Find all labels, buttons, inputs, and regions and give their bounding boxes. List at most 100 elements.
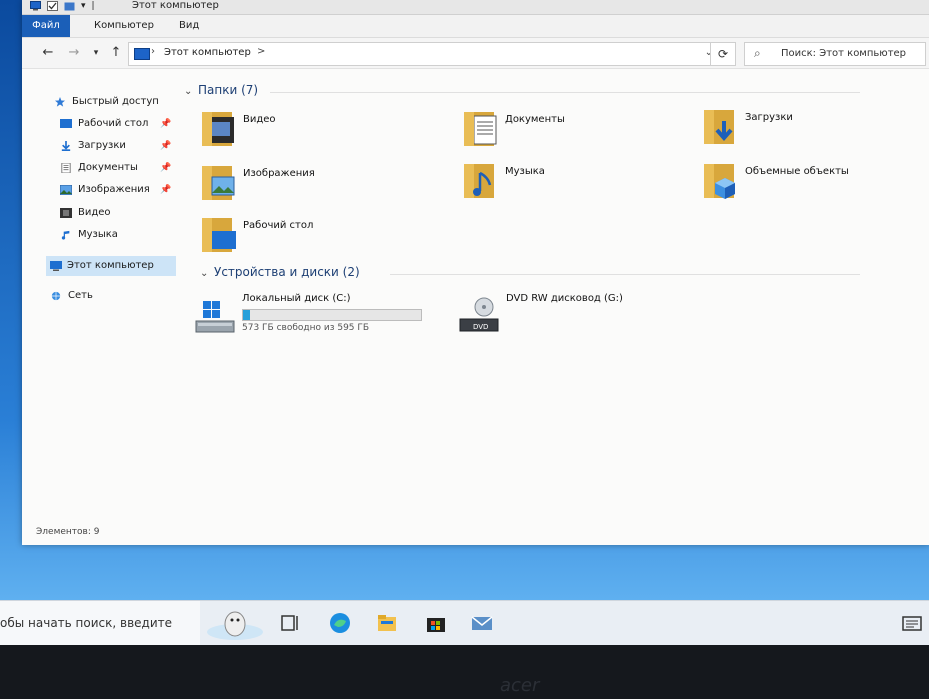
folder-desktop[interactable]: Рабочий стол <box>200 215 420 261</box>
folder-downloads[interactable]: Загрузки <box>702 107 922 153</box>
pin-icon[interactable]: 📌 <box>160 180 171 200</box>
folder-documents[interactable]: Документы <box>462 109 682 155</box>
tab-file[interactable]: Файл <box>22 15 70 37</box>
drive-g[interactable]: DVD DVD RW дисковод (G:) <box>458 293 678 343</box>
folder-label: Изображения <box>243 168 315 179</box>
sidebar-item-desktop[interactable]: Рабочий стол 📌 <box>60 114 180 134</box>
breadcrumb-this-pc[interactable]: Этот компьютер <box>164 47 251 58</box>
navigation-pane: Быстрый доступ Рабочий стол 📌 Загрузки 📌… <box>22 69 180 509</box>
file-explorer-icon[interactable] <box>375 611 399 635</box>
dvd-badge: DVD <box>473 323 489 331</box>
notification-icon[interactable] <box>900 611 924 635</box>
taskbar-search-box[interactable]: обы начать поиск, введите <box>0 601 200 646</box>
recent-locations-chevron-icon[interactable]: ▾ <box>88 45 104 61</box>
group-divider <box>390 274 860 275</box>
sidebar-item-label: Изображения <box>78 184 150 195</box>
store-icon[interactable] <box>424 611 448 635</box>
task-view-icon[interactable] <box>279 611 303 635</box>
file-explorer-window: ▾ | Этот компьютер Файл Компьютер Вид ← … <box>22 0 929 545</box>
folders-group-header[interactable]: ⌄ Папки (7) <box>184 83 258 97</box>
tab-view[interactable]: Вид <box>169 15 209 37</box>
folder-video[interactable]: Видео <box>200 109 420 155</box>
computer-icon <box>134 48 150 60</box>
hard-drive-icon <box>195 301 235 333</box>
collapse-chevron-icon[interactable]: ⌄ <box>200 268 214 279</box>
sidebar-item-documents[interactable]: Документы 📌 <box>60 158 180 178</box>
devices-group-header[interactable]: ⌄ Устройства и диски (2) <box>200 265 360 279</box>
pictures-icon <box>60 185 72 195</box>
search-placeholder: Поиск: Этот компьютер <box>781 48 907 59</box>
downloads-folder-icon <box>704 110 734 144</box>
breadcrumb-separator[interactable]: > <box>257 46 265 57</box>
folder-pictures[interactable]: Изображения <box>200 163 420 209</box>
folder-label: Музыка <box>505 166 545 177</box>
sidebar-item-label: Этот компьютер <box>67 260 154 271</box>
pin-icon[interactable]: 📌 <box>160 158 171 178</box>
sidebar-item-network[interactable]: Сеть <box>50 286 176 306</box>
computer-icon <box>50 261 62 271</box>
drive-free-space: 573 ГБ свободно из 595 ГБ <box>242 323 370 333</box>
search-icon: ⌕ <box>754 46 761 60</box>
folder-music[interactable]: Музыка <box>462 161 682 207</box>
tab-computer[interactable]: Компьютер <box>84 15 164 37</box>
video-folder-icon <box>202 112 234 146</box>
drive-label: DVD RW дисковод (G:) <box>506 293 623 304</box>
search-highlight-icon[interactable] <box>205 606 265 642</box>
breadcrumb-chevron-icon[interactable]: › <box>151 46 155 57</box>
collapse-chevron-icon[interactable]: ⌄ <box>184 86 198 97</box>
title-bar: ▾ | Этот компьютер <box>22 0 929 15</box>
3d-objects-folder-icon <box>704 164 735 199</box>
customize-quick-access-icon[interactable]: ▾ <box>81 1 86 11</box>
folders-group-title: Папки (7) <box>198 83 259 97</box>
address-bar[interactable]: › Этот компьютер > ⌄ <box>128 42 720 66</box>
drive-c[interactable]: Локальный диск (C:) 573 ГБ свободно из 5… <box>194 293 434 343</box>
sidebar-item-label: Быстрый доступ <box>72 96 159 107</box>
title-separator: | <box>91 1 95 11</box>
mail-icon[interactable] <box>470 611 494 635</box>
sidebar-item-pictures[interactable]: Изображения 📌 <box>60 180 180 200</box>
new-folder-icon[interactable] <box>64 1 75 11</box>
forward-arrow-icon[interactable]: → <box>66 45 82 61</box>
back-arrow-icon[interactable]: ← <box>40 45 56 61</box>
music-folder-icon <box>464 164 494 198</box>
up-arrow-icon[interactable]: ↑ <box>108 45 124 61</box>
pin-icon[interactable]: 📌 <box>160 114 171 134</box>
search-input[interactable]: ⌕ Поиск: Этот компьютер <box>744 42 926 66</box>
edge-icon[interactable] <box>328 611 352 635</box>
sidebar-item-label: Рабочий стол <box>78 118 149 129</box>
sidebar-item-music[interactable]: Музыка <box>60 225 180 245</box>
group-divider <box>270 92 860 93</box>
document-icon <box>61 163 71 173</box>
sidebar-item-video[interactable]: Видео <box>60 203 180 223</box>
folder-label: Загрузки <box>745 112 793 123</box>
refresh-icon[interactable]: ⟳ <box>710 42 736 66</box>
pictures-folder-icon <box>202 166 235 200</box>
folder-label: Рабочий стол <box>243 220 314 231</box>
folder-label: Документы <box>505 114 565 125</box>
download-icon <box>61 141 71 151</box>
drive-usage-fill <box>243 310 250 320</box>
sidebar-item-downloads[interactable]: Загрузки 📌 <box>60 136 180 156</box>
computer-icon[interactable] <box>30 1 41 11</box>
sidebar-item-label: Сеть <box>68 290 93 301</box>
quick-access-toolbar: ▾ | <box>30 1 95 11</box>
sidebar-item-this-pc[interactable]: Этот компьютер <box>46 256 176 276</box>
properties-check-icon[interactable] <box>47 1 58 11</box>
sidebar-item-quick-access[interactable]: Быстрый доступ <box>54 92 180 112</box>
documents-folder-icon <box>464 112 497 146</box>
music-icon <box>61 230 70 240</box>
devices-group-title: Устройства и диски (2) <box>214 265 360 279</box>
monitor-bezel: acer <box>0 645 929 699</box>
video-icon <box>60 208 72 218</box>
monitor-brand-logo: acer <box>500 675 540 696</box>
sidebar-item-label: Музыка <box>78 229 118 240</box>
pin-icon[interactable]: 📌 <box>160 136 171 156</box>
address-row: ← → ▾ ↑ › Этот компьютер > ⌄ ⟳ ⌕ Поиск: … <box>22 38 929 69</box>
folder-label: Видео <box>243 114 276 125</box>
window-title: Этот компьютер <box>132 0 219 11</box>
star-icon <box>55 97 65 107</box>
taskbar: обы начать поиск, введите <box>0 600 929 646</box>
folder-3d-objects[interactable]: Объемные объекты <box>702 161 922 207</box>
ribbon-tabs: Файл Компьютер Вид <box>22 15 929 38</box>
sidebar-item-label: Загрузки <box>78 140 126 151</box>
